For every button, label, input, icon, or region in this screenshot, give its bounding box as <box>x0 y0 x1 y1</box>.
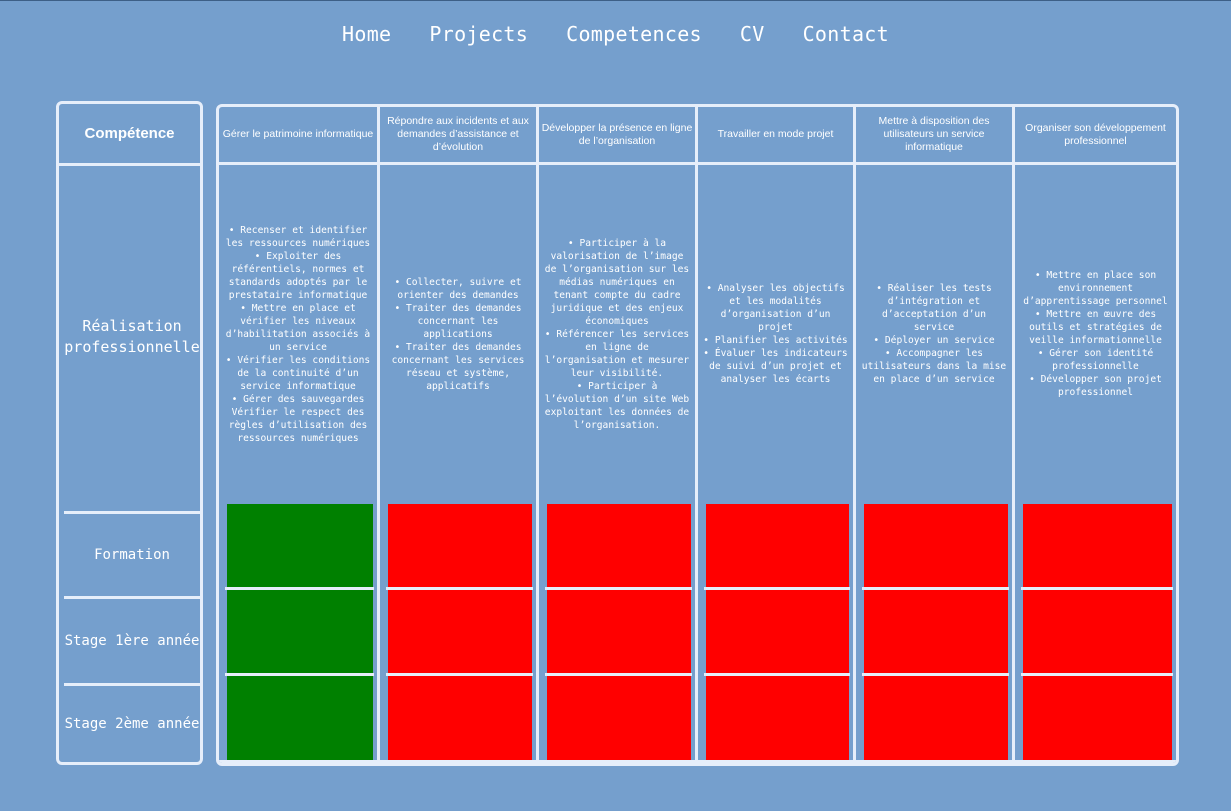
stage1-status-cell <box>864 590 1008 673</box>
stage2-label: Stage 2ème année <box>64 683 200 762</box>
nav-competences-link[interactable]: Competences <box>566 22 702 46</box>
nav-contact-link[interactable]: Contact <box>803 22 889 46</box>
row-separator <box>862 587 1009 590</box>
competence-column: Mettre à disposition des utilisateurs un… <box>856 107 1015 763</box>
stage1-status-cell <box>547 590 691 673</box>
competence-column-description: • Réaliser les tests d’intégration et d’… <box>856 165 1012 503</box>
stage2-status-cell <box>388 676 532 762</box>
row-separator <box>1021 587 1173 590</box>
competence-column-title: Répondre aux incidents et aux demandes d… <box>380 107 536 165</box>
competence-column: Répondre aux incidents et aux demandes d… <box>380 107 539 763</box>
competence-column-description: • Analyser les objectifs et les modalité… <box>698 165 853 503</box>
competence-column-title: Organiser son développement professionne… <box>1015 107 1176 165</box>
row-separator <box>225 587 374 590</box>
competence-table: Gérer le patrimoine informatique • Recens… <box>216 104 1179 766</box>
competence-header: Compétence <box>59 104 200 166</box>
nav-home-link[interactable]: Home <box>342 22 391 46</box>
competence-column-title: Gérer le patrimoine informatique <box>219 107 377 165</box>
competence-description-text: • Analyser les objectifs et les modalité… <box>703 283 848 385</box>
column-bottom-border <box>539 760 695 763</box>
competence-column-description: • Participer à la valorisation de l’imag… <box>539 165 695 503</box>
competence-column-description: • Recenser et identifier les ressources … <box>219 165 377 503</box>
stage1-label: Stage 1ère année <box>64 596 200 683</box>
formation-label: Formation <box>64 511 200 596</box>
formation-status-cell <box>1023 504 1172 587</box>
stage2-status-cell <box>706 676 849 762</box>
stage1-status-cell <box>227 590 373 673</box>
nav-projects-link[interactable]: Projects <box>429 22 528 46</box>
stage2-status-cell <box>227 676 373 762</box>
row-separator <box>862 673 1009 676</box>
column-bottom-border <box>380 760 536 763</box>
column-bottom-border <box>698 760 853 763</box>
competence-column-title: Mettre à disposition des utilisateurs un… <box>856 107 1012 165</box>
formation-status-cell <box>388 504 532 587</box>
stage2-status-cell <box>1023 676 1172 762</box>
stage2-status-cell <box>864 676 1008 762</box>
stage1-status-cell <box>1023 590 1172 673</box>
row-separator <box>1021 673 1173 676</box>
competence-description-text: • Mettre en place son environnement d’ap… <box>1023 270 1168 398</box>
main-nav: Home Projects Competences CV Contact <box>0 22 1231 46</box>
column-bottom-border <box>856 760 1012 763</box>
nav-cv-link[interactable]: CV <box>740 22 765 46</box>
competence-column-description: • Mettre en place son environnement d’ap… <box>1015 165 1176 503</box>
competence-description-text: • Réaliser les tests d’intégration et d’… <box>861 283 1007 385</box>
row-labels-panel: Compétence Réalisation professionnelle F… <box>56 101 203 765</box>
competence-description-text: • Participer à la valorisation de l’imag… <box>544 237 690 431</box>
formation-status-cell <box>547 504 691 587</box>
column-bottom-border <box>219 760 377 763</box>
competence-description-text: • Recenser et identifier les ressources … <box>225 224 371 444</box>
stage1-status-cell <box>706 590 849 673</box>
competence-column: Organiser son développement professionne… <box>1015 107 1176 763</box>
realisation-label: Réalisation professionnelle <box>64 317 200 356</box>
competence-column: Développer la présence en ligne de l’org… <box>539 107 698 763</box>
formation-status-cell <box>706 504 849 587</box>
row-separator <box>704 587 850 590</box>
competence-column: Travailler en mode projet • Analyser les … <box>698 107 856 763</box>
competence-column: Gérer le patrimoine informatique • Recens… <box>219 107 380 763</box>
formation-status-cell <box>227 504 373 587</box>
competence-column-description: • Collecter, suivre et orienter des dema… <box>380 165 536 503</box>
row-separator <box>386 673 533 676</box>
stage2-status-cell <box>547 676 691 762</box>
competence-column-title: Travailler en mode projet <box>698 107 853 165</box>
stage1-status-cell <box>388 590 532 673</box>
row-separator <box>545 587 692 590</box>
row-separator <box>386 587 533 590</box>
competence-column-title: Développer la présence en ligne de l’org… <box>539 107 695 165</box>
row-separator <box>704 673 850 676</box>
row-separator <box>225 673 374 676</box>
top-border <box>0 0 1231 1</box>
row-separator <box>545 673 692 676</box>
formation-status-cell <box>864 504 1008 587</box>
competence-description-text: • Collecter, suivre et orienter des dema… <box>391 276 525 392</box>
column-bottom-border <box>1015 760 1176 763</box>
